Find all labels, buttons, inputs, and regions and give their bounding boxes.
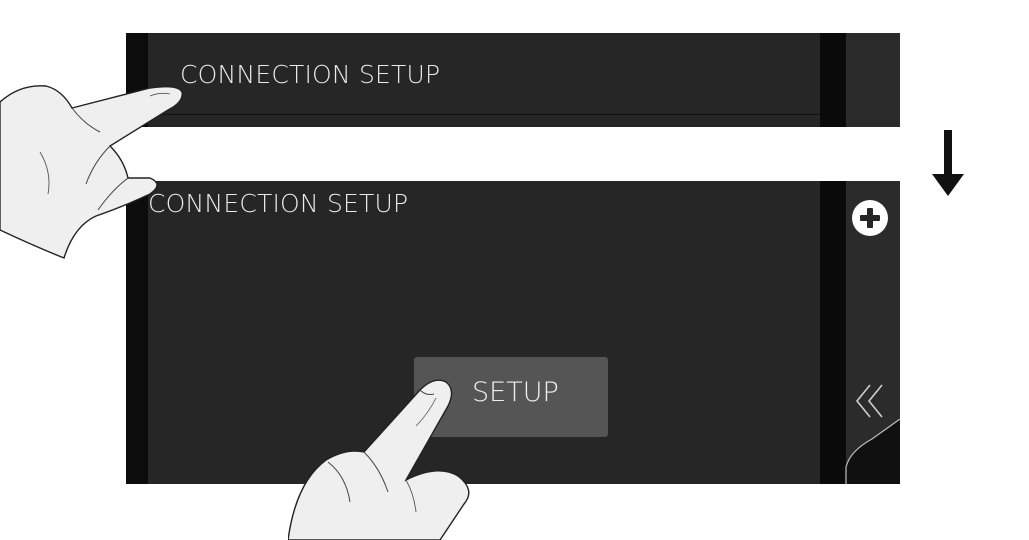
right-separator [820, 181, 846, 484]
corner-tab [845, 418, 900, 484]
setup-button-label: SETUP [472, 377, 559, 408]
connection-setup-panel: CONNECTION SETUP SETUP [126, 181, 900, 484]
setup-button[interactable]: SETUP [414, 357, 608, 437]
connection-setup-panel-top: CONNECTION SETUP [126, 33, 900, 127]
left-strip [126, 181, 148, 484]
title-underline [148, 114, 820, 115]
side-rail [846, 33, 900, 127]
panel-title: CONNECTION SETUP [148, 189, 409, 218]
right-separator [820, 33, 846, 127]
down-arrow-icon [932, 130, 964, 196]
left-strip [126, 33, 148, 127]
connection-setup-item[interactable]: CONNECTION SETUP [180, 60, 440, 89]
plus-circle-icon[interactable] [852, 200, 888, 236]
double-chevron-left-icon[interactable] [854, 381, 888, 421]
